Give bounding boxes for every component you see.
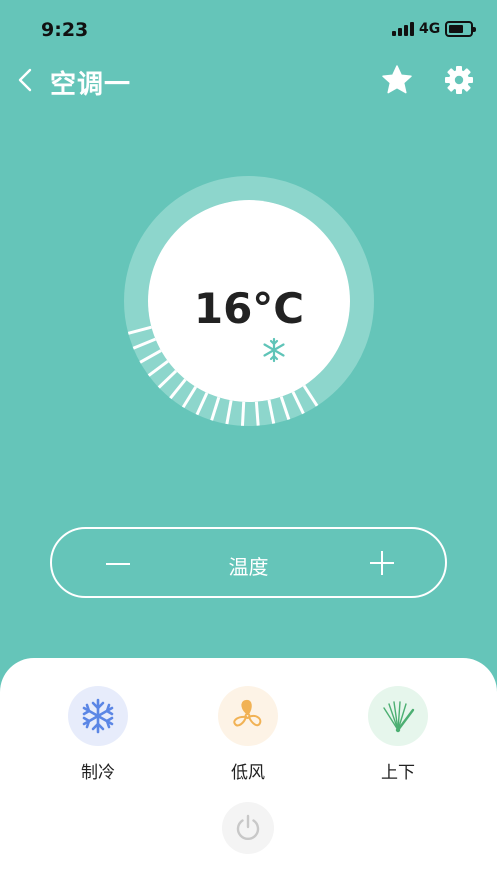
status-bar: 9:23 4G [0, 0, 497, 60]
control-panel: 制冷 低风 上下 [0, 658, 497, 883]
mode-cool-label: 制冷 [81, 763, 115, 783]
dial-face: 16°C [148, 200, 350, 402]
dial-tick [254, 401, 260, 426]
back-button[interactable] [14, 64, 42, 96]
chevron-left-icon [18, 68, 32, 92]
swing-label: 上下 [381, 763, 415, 783]
snowflake-icon [82, 698, 114, 734]
signal-icon [392, 22, 414, 36]
fan-speed-label: 低风 [231, 763, 265, 783]
status-time: 9:23 [41, 19, 89, 41]
dial-tick [240, 401, 246, 426]
snowflake-icon [263, 337, 285, 363]
swing-button[interactable]: 上下 [353, 686, 443, 786]
page-title: 空调一 [50, 70, 132, 100]
temperature-dial[interactable]: 16°C [124, 176, 374, 426]
power-icon [236, 814, 260, 841]
swing-icon [383, 701, 415, 733]
increase-temperature-button[interactable] [368, 549, 396, 577]
mode-cool-button[interactable]: 制冷 [53, 686, 143, 786]
star-icon [382, 65, 412, 94]
fan-icon [233, 699, 262, 727]
network-type: 4G [419, 21, 441, 37]
favorite-button[interactable] [381, 64, 413, 96]
nav-bar: 空调一 [0, 56, 497, 106]
settings-button[interactable] [443, 64, 475, 96]
fan-speed-button[interactable]: 低风 [203, 686, 293, 786]
battery-icon [445, 21, 476, 37]
temperature-control: 温度 [50, 527, 447, 598]
gear-icon [445, 66, 473, 94]
power-button[interactable] [222, 802, 274, 854]
temperature-value: 16°C [193, 284, 305, 333]
